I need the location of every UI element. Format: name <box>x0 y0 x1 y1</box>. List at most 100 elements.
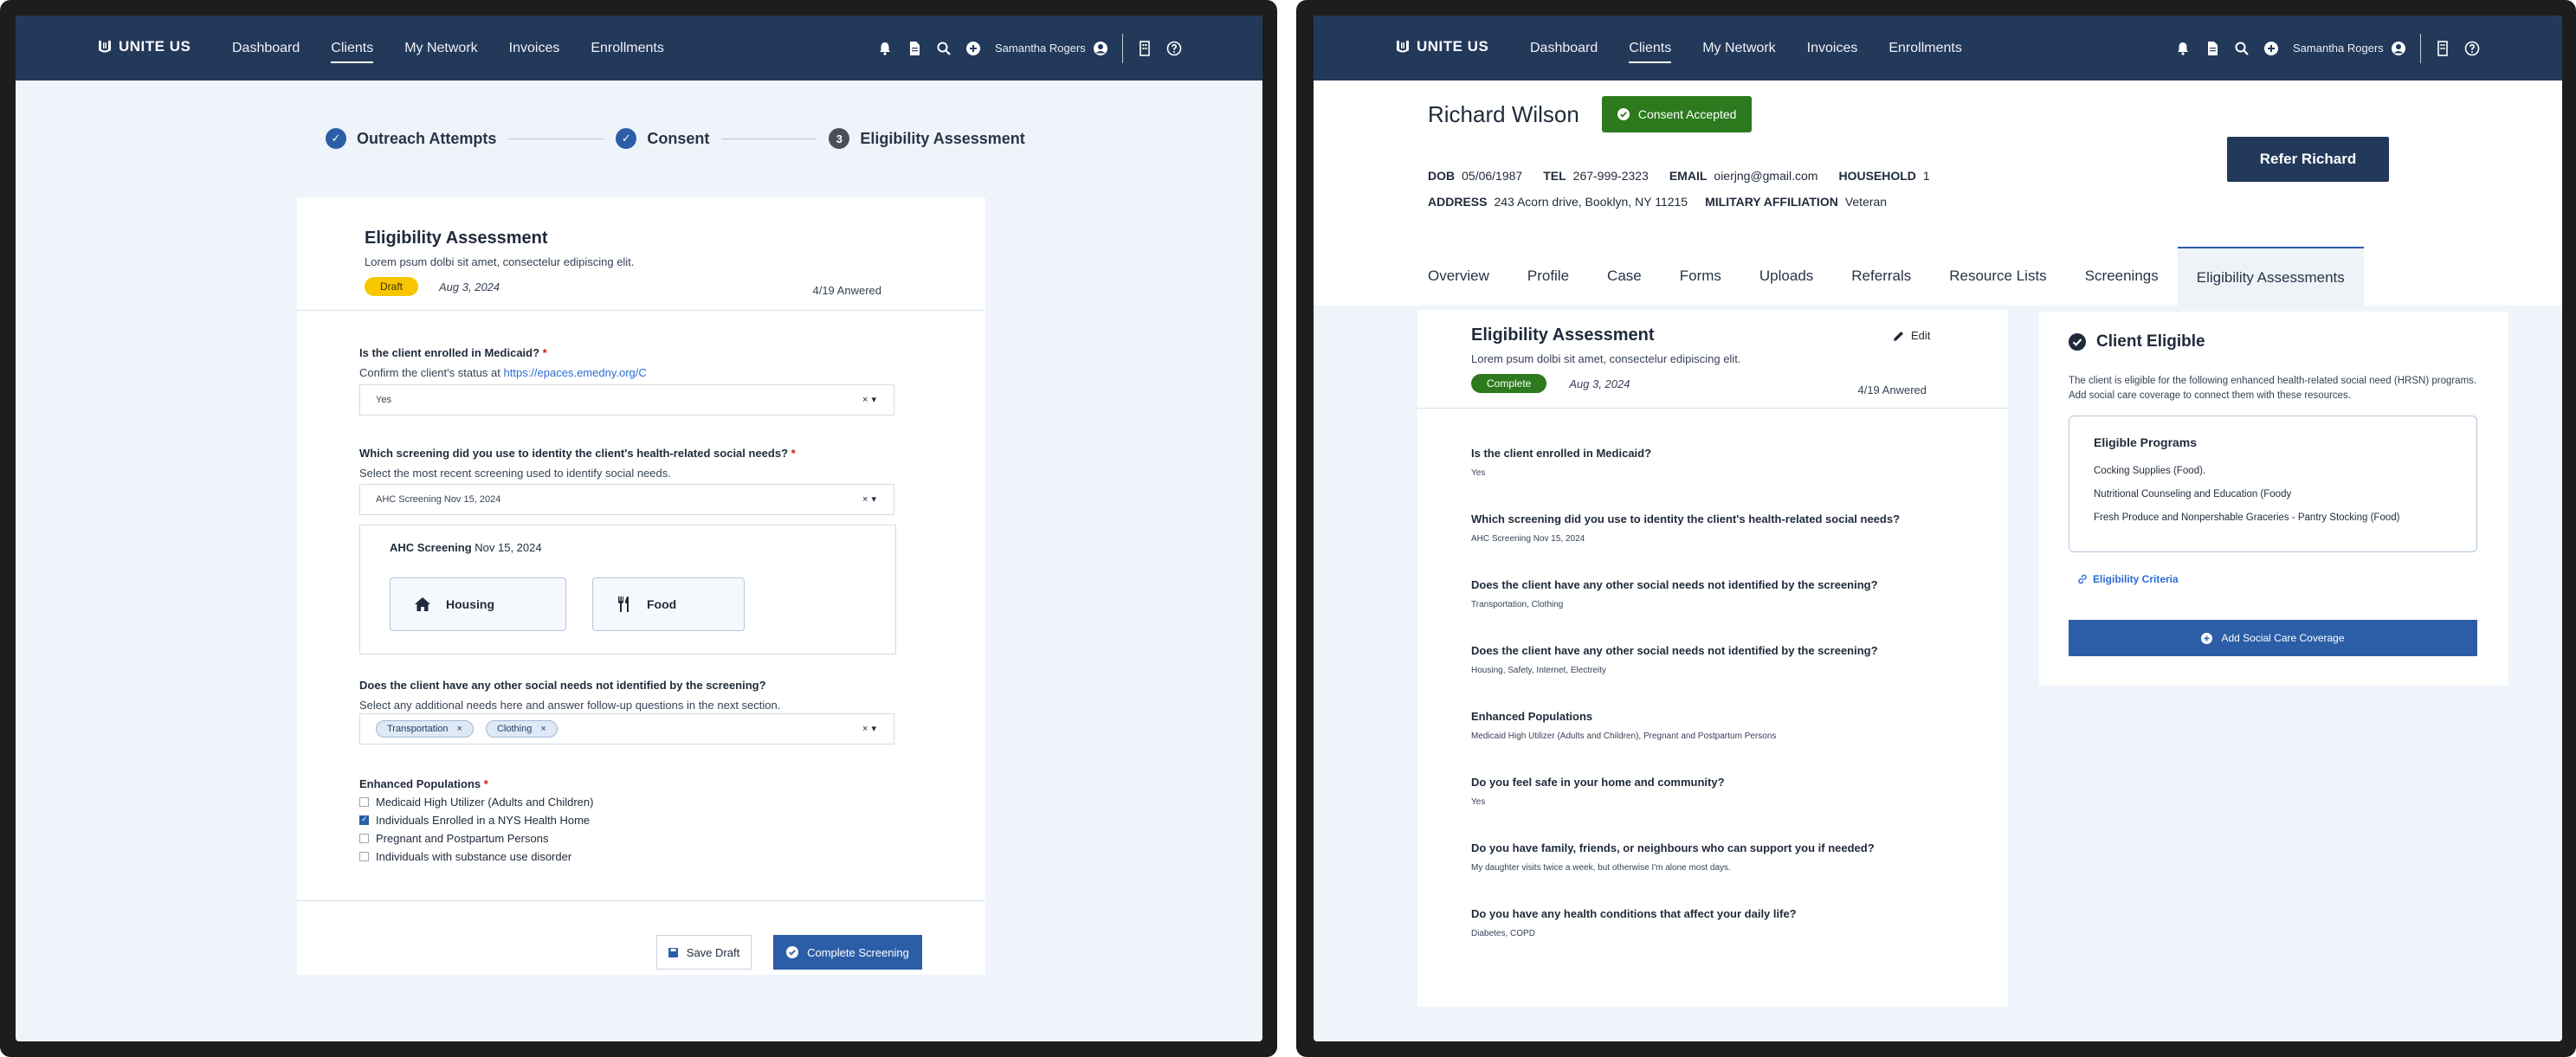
tab-screenings[interactable]: Screenings <box>2066 247 2178 306</box>
user-name: Samantha Rogers <box>995 42 1086 55</box>
chevron-down-icon[interactable]: ▾ <box>871 724 880 734</box>
nav-links: Dashboard Clients My Network Invoices En… <box>1530 16 1962 81</box>
nav-dashboard[interactable]: Dashboard <box>1530 16 1598 81</box>
help-icon[interactable] <box>2464 41 2480 56</box>
nav-clients[interactable]: Clients <box>1629 16 1671 81</box>
screening-select[interactable]: AHC Screening Nov 15, 2024 ×▾ <box>359 484 894 515</box>
answer-item: Do you have any health conditions that a… <box>1471 907 1900 938</box>
select-controls[interactable]: ×▾ <box>862 723 880 734</box>
clear-icon[interactable]: × <box>862 494 871 505</box>
chip-remove-icon[interactable]: × <box>540 724 546 734</box>
checkbox-box[interactable] <box>359 852 369 861</box>
nav-links: Dashboard Clients My Network Invoices En… <box>232 16 664 81</box>
complete-screening-button[interactable]: Complete Screening <box>773 935 922 970</box>
other-needs-multiselect[interactable]: Transportation × Clothing × ×▾ <box>359 713 894 744</box>
clear-icon[interactable]: × <box>862 395 871 405</box>
tab-profile[interactable]: Profile <box>1508 247 1588 306</box>
building-icon[interactable] <box>2435 40 2450 56</box>
chevron-down-icon[interactable]: ▾ <box>871 395 880 405</box>
chip-transportation[interactable]: Transportation × <box>376 720 474 738</box>
bell-icon[interactable] <box>877 41 893 56</box>
eligibility-criteria-link[interactable]: Eligibility Criteria <box>2077 573 2179 585</box>
nav-my-network[interactable]: My Network <box>404 16 477 81</box>
search-icon[interactable] <box>2234 41 2250 56</box>
household-value: 1 <box>1922 169 1930 183</box>
user-menu[interactable]: Samantha Rogers <box>995 41 1108 56</box>
need-tile-housing[interactable]: Housing <box>390 577 566 631</box>
clear-icon[interactable]: × <box>862 724 871 734</box>
checkbox-box[interactable] <box>359 834 369 843</box>
nav-invoices[interactable]: Invoices <box>1807 16 1858 81</box>
step-eligibility-assessment[interactable]: 3 Eligibility Assessment <box>829 128 1025 149</box>
tab-resource-lists[interactable]: Resource Lists <box>1930 247 2065 306</box>
chip-label: Transportation <box>387 724 449 734</box>
header-divider <box>1417 408 2008 409</box>
select-controls[interactable]: ×▾ <box>862 493 880 505</box>
add-circle-icon <box>2201 632 2213 644</box>
nav-clients[interactable]: Clients <box>331 16 373 81</box>
nav-invoices[interactable]: Invoices <box>509 16 560 81</box>
refer-client-button[interactable]: Refer Richard <box>2227 137 2389 182</box>
logo[interactable]: UNITE US <box>98 38 190 55</box>
tab-eligibility-assessments[interactable]: Eligibility Assessments <box>2177 247 2364 306</box>
tab-case[interactable]: Case <box>1588 247 1661 306</box>
add-circle-icon[interactable] <box>2263 41 2279 56</box>
need-tile-food[interactable]: Food <box>592 577 745 631</box>
checkbox-health-home[interactable]: Individuals Enrolled in a NYS Health Hom… <box>359 814 593 827</box>
checkbox-pregnant-postpartum[interactable]: Pregnant and Postpartum Persons <box>359 832 593 845</box>
medicaid-select[interactable]: Yes ×▾ <box>359 384 894 416</box>
chip-remove-icon[interactable]: × <box>457 724 462 734</box>
nav-my-network[interactable]: My Network <box>1702 16 1775 81</box>
dob-value: 05/06/1987 <box>1462 169 1523 183</box>
tab-uploads[interactable]: Uploads <box>1740 247 1832 306</box>
search-icon[interactable] <box>936 41 952 56</box>
nav-enrollments[interactable]: Enrollments <box>1888 16 1961 81</box>
answer-value: My daughter visits twice a week, but oth… <box>1471 863 1731 873</box>
screening-detail-box: AHC Screening Nov 15, 2024 Housing Food <box>359 525 896 654</box>
nav-dashboard[interactable]: Dashboard <box>232 16 300 81</box>
answer-list: Is the client enrolled in Medicaid? Yes W… <box>1471 447 1900 938</box>
screening-detail-title: AHC Screening Nov 15, 2024 <box>390 541 542 554</box>
user-menu[interactable]: Samantha Rogers <box>2293 41 2406 56</box>
tab-overview[interactable]: Overview <box>1409 247 1508 306</box>
form-title: Eligibility Assessment <box>365 229 548 248</box>
bell-icon[interactable] <box>2175 41 2191 56</box>
checkbox-substance-use[interactable]: Individuals with substance use disorder <box>359 850 593 863</box>
question-label: Does the client have any other social ne… <box>359 679 766 692</box>
military-value: Veteran <box>1844 195 1888 209</box>
eligible-programs-box: Eligible Programs Cocking Supplies (Food… <box>2069 416 2477 552</box>
nav-enrollments[interactable]: Enrollments <box>591 16 663 81</box>
tab-referrals[interactable]: Referrals <box>1832 247 1930 306</box>
progress-stepper: ✓ Outreach Attempts ✓ Consent 3 Eligibil… <box>326 128 1025 149</box>
eligible-title-row: Client Eligible <box>2069 332 2205 351</box>
tab-forms[interactable]: Forms <box>1661 247 1740 306</box>
answer-question: Does the client have any other social ne… <box>1471 644 1878 657</box>
criteria-label: Eligibility Criteria <box>2093 573 2179 585</box>
consent-badge: Consent Accepted <box>1601 96 1753 132</box>
check-icon: ✓ <box>616 128 637 149</box>
save-draft-button[interactable]: Save Draft <box>656 935 752 970</box>
checkbox-label: Individuals Enrolled in a NYS Health Hom… <box>376 814 591 827</box>
eligible-programs-list: Cocking Supplies (Food). Nutritional Cou… <box>2094 466 2399 523</box>
help-icon[interactable] <box>1166 41 1182 56</box>
select-controls[interactable]: ×▾ <box>862 394 880 405</box>
add-circle-icon[interactable] <box>965 41 981 56</box>
chip-clothing[interactable]: Clothing × <box>485 720 558 738</box>
checkbox-box[interactable] <box>359 797 369 807</box>
epaces-link[interactable]: https://epaces.emedny.org/C <box>504 366 647 379</box>
answer-question: Enhanced Populations <box>1471 710 1593 723</box>
chevron-down-icon[interactable]: ▾ <box>871 494 880 505</box>
logo-text: UNITE US <box>119 38 191 55</box>
step-outreach-attempts[interactable]: ✓ Outreach Attempts <box>326 128 496 149</box>
checkbox-box-checked[interactable] <box>359 815 369 825</box>
edit-button[interactable]: Edit <box>1894 329 1930 342</box>
pencil-icon <box>1894 331 1903 341</box>
checkbox-medicaid-high-utilizer[interactable]: Medicaid High Utilizer (Adults and Child… <box>359 796 593 809</box>
add-social-care-coverage-button[interactable]: Add Social Care Coverage <box>2069 620 2477 656</box>
logo[interactable]: UNITE US <box>1396 38 1488 55</box>
document-icon[interactable] <box>907 41 922 56</box>
document-icon[interactable] <box>2205 41 2220 56</box>
step-consent[interactable]: ✓ Consent <box>616 128 709 149</box>
answer-item: Does the client have any other social ne… <box>1471 578 1900 609</box>
building-icon[interactable] <box>1137 40 1152 56</box>
